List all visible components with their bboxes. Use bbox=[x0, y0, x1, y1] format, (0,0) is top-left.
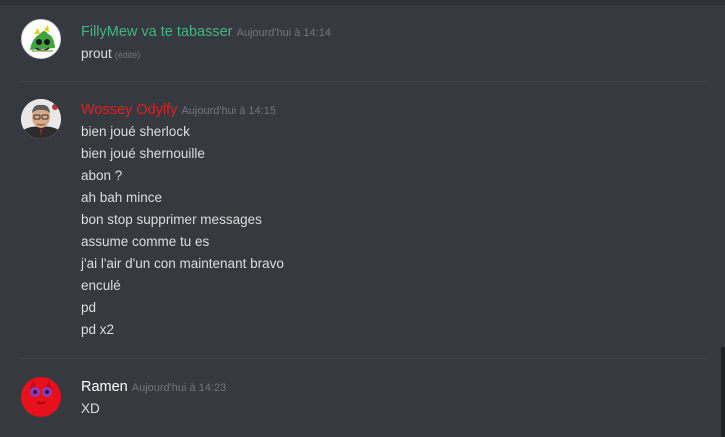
man-photo-icon bbox=[21, 99, 61, 139]
message-line: bien joué sherlock bbox=[81, 124, 190, 139]
message-line: XD bbox=[81, 401, 100, 416]
message-line: bon stop supprimer messages bbox=[81, 212, 262, 227]
username[interactable]: Wossey Odylfy bbox=[81, 102, 177, 118]
wossey-avatar[interactable] bbox=[21, 99, 61, 139]
message-line: abon ? bbox=[81, 168, 123, 183]
filly-cartoon-icon bbox=[22, 20, 60, 58]
message-header: Wossey Odylfy Aujourd'hui à 14:15 bbox=[81, 100, 276, 121]
message-line: pd bbox=[81, 300, 97, 315]
message-line: j'ai l'air d'un con maintenant bravo bbox=[81, 256, 284, 271]
scrollbar[interactable] bbox=[721, 347, 725, 437]
username[interactable]: FillyMew va te tabasser bbox=[81, 24, 233, 40]
ramen-avatar[interactable] bbox=[21, 377, 61, 417]
message-line: pd x2 bbox=[81, 322, 115, 337]
message-line: prout (édité) bbox=[81, 44, 140, 65]
message-line: bien joué shernouille bbox=[81, 146, 205, 161]
message-text: prout bbox=[81, 46, 112, 61]
timestamp: Aujourd'hui à 14:23 bbox=[131, 382, 227, 394]
username[interactable]: Ramen bbox=[81, 379, 128, 395]
top-border bbox=[0, 0, 725, 5]
edited-label: (édité) bbox=[114, 50, 141, 60]
red-cat-icon bbox=[21, 377, 61, 417]
message-header: Ramen Aujourd'hui à 14:23 bbox=[81, 377, 226, 398]
message-divider bbox=[20, 358, 710, 359]
message-line: enculé bbox=[81, 278, 121, 293]
filly-avatar[interactable] bbox=[21, 19, 61, 59]
message-line: assume comme tu es bbox=[81, 234, 210, 249]
message-header: FillyMew va te tabasser Aujourd'hui à 14:… bbox=[81, 22, 331, 43]
timestamp: Aujourd'hui à 14:14 bbox=[236, 27, 331, 39]
message-divider bbox=[20, 81, 710, 82]
message-line: ah bah mince bbox=[81, 190, 163, 205]
timestamp: Aujourd'hui à 14:15 bbox=[181, 105, 276, 117]
